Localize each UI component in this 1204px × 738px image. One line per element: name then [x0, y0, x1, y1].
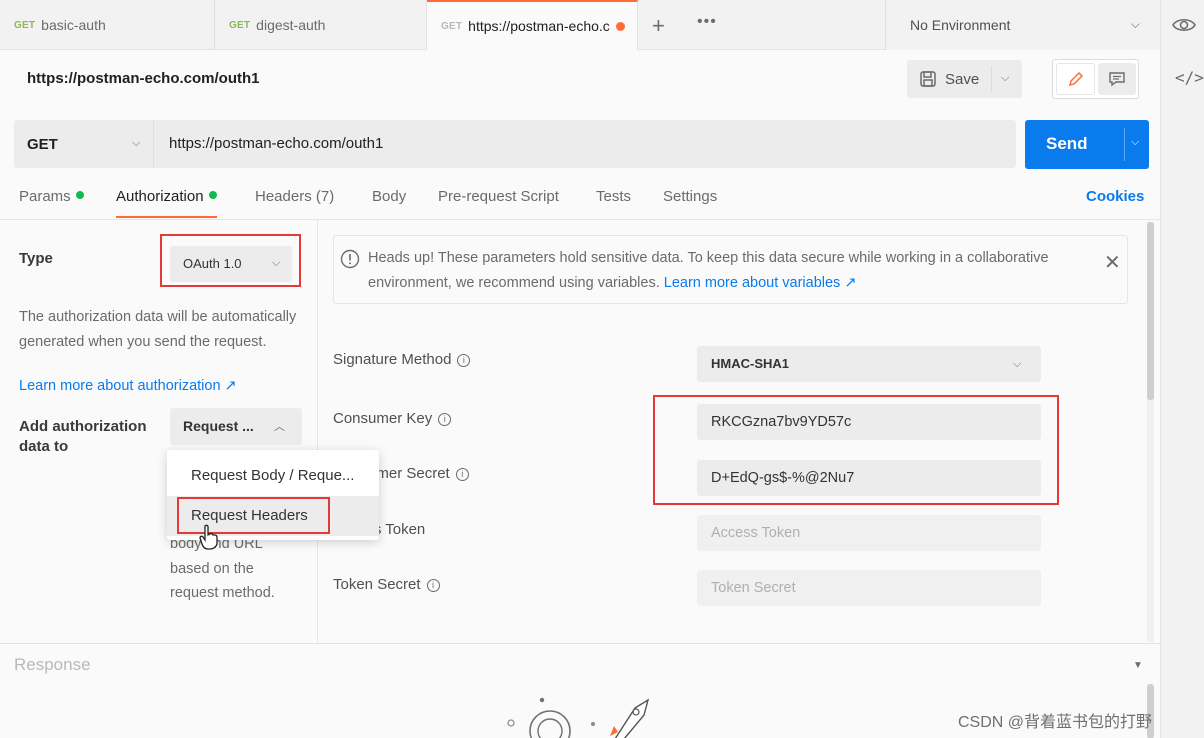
- tab-basic-auth[interactable]: GET basic-auth: [0, 0, 215, 50]
- token-secret-input[interactable]: Token Secret: [697, 570, 1041, 606]
- caret-down-icon[interactable]: ▼: [1133, 660, 1143, 671]
- field-label: Signature Method: [333, 351, 452, 368]
- highlight-box: [160, 234, 301, 287]
- info-icon[interactable]: i: [426, 579, 440, 592]
- tab-digest-auth[interactable]: GET digest-auth: [215, 0, 427, 50]
- astronaut-rocket-illustration: [507, 697, 650, 738]
- chevron-down-icon: ⌵: [132, 137, 141, 149]
- tab-authorization[interactable]: Authorization: [116, 188, 217, 218]
- right-sidebar: </>: [1160, 0, 1204, 738]
- response-title: Response: [14, 655, 91, 674]
- more-tabs-icon[interactable]: •••: [697, 13, 717, 31]
- tab-settings[interactable]: Settings: [663, 188, 717, 218]
- scrollbar-thumb[interactable]: [1147, 222, 1154, 400]
- desc-line: request method.: [170, 585, 275, 601]
- hand-cursor-icon: [199, 524, 218, 550]
- chevron-down-icon[interactable]: ⌵: [1131, 136, 1139, 149]
- send-button[interactable]: Send ⌵: [1025, 120, 1149, 169]
- field-label: Consumer Key: [333, 410, 433, 427]
- new-tab-plus-icon[interactable]: +: [652, 13, 665, 39]
- code-icon[interactable]: </>: [1175, 68, 1204, 87]
- sensitive-data-alert: Heads up! These parameters hold sensitiv…: [333, 235, 1128, 304]
- learn-more-variables-link[interactable]: Learn more about variables ↗: [664, 275, 857, 291]
- type-label: Type: [19, 250, 53, 267]
- status-dot: [75, 191, 84, 199]
- url-input[interactable]: https://postman-echo.com/outh1: [169, 135, 383, 152]
- tab-postman-echo[interactable]: GET https://postman-echo.c: [427, 0, 638, 50]
- auth-description: The authorization data will be automatic…: [19, 309, 297, 350]
- tab-pre-request-script[interactable]: Pre-request Script: [438, 188, 559, 218]
- chevron-down-icon: ⌵: [1013, 358, 1022, 370]
- environment-selector[interactable]: No Environment ⌵: [885, 0, 1160, 50]
- save-icon: [920, 71, 936, 87]
- save-label: Save: [945, 71, 980, 88]
- unsaved-dot: [615, 21, 625, 31]
- add-auth-data-value: Request ...: [183, 418, 254, 434]
- tab-params[interactable]: Params: [19, 188, 84, 218]
- tab-body[interactable]: Body: [372, 188, 406, 218]
- edit-mode-button[interactable]: [1056, 63, 1095, 95]
- mode-toggle: [1052, 59, 1139, 99]
- url-bar: GET ⌵ https://postman-echo.com/outh1: [14, 120, 1016, 168]
- request-title[interactable]: https://postman-echo.com/outh1: [27, 70, 260, 87]
- add-auth-data-select[interactable]: Request ... ︿: [170, 408, 302, 445]
- tab-method: GET: [229, 19, 251, 31]
- status-dot: [208, 191, 217, 199]
- signature-method-select[interactable]: HMAC-SHA1 ⌵: [697, 346, 1041, 382]
- divider: [0, 219, 1160, 220]
- divider: [317, 220, 318, 642]
- comment-mode-button[interactable]: [1098, 63, 1136, 95]
- alert-info-icon: [340, 249, 360, 269]
- tab-method: GET: [14, 19, 36, 31]
- watermark-text: CSDN @背着蓝书包的打野: [958, 714, 1153, 731]
- token-secret-label: Token Secret i: [333, 576, 440, 593]
- comment-icon: [1109, 72, 1125, 87]
- pencil-icon: [1068, 71, 1083, 87]
- divider: [1124, 128, 1125, 161]
- headers-count: (7): [315, 188, 335, 205]
- add-auth-data-label: Add authorization data to: [19, 418, 147, 455]
- tab-strip: GET basic-auth GET digest-auth GET https…: [0, 0, 1160, 50]
- tab-label: digest-auth: [256, 17, 326, 33]
- learn-more-authorization-link[interactable]: Learn more about authorization ↗: [19, 378, 237, 394]
- access-token-input[interactable]: Access Token: [697, 515, 1041, 551]
- method-value: GET: [27, 135, 58, 153]
- chevron-up-icon: ︿: [274, 421, 285, 433]
- eye-icon[interactable]: [1171, 12, 1197, 38]
- field-label: Token Secret: [333, 576, 421, 593]
- highlight-box: [653, 395, 1059, 505]
- environment-label: No Environment: [910, 17, 1011, 33]
- cookies-link[interactable]: Cookies: [1086, 188, 1144, 205]
- tab-authorization-label: Authorization: [116, 188, 204, 205]
- alert-text: Heads up! These parameters hold sensitiv…: [368, 246, 1068, 296]
- info-icon[interactable]: i: [457, 354, 471, 367]
- info-icon[interactable]: i: [455, 468, 469, 481]
- scrollbar[interactable]: [1147, 222, 1154, 642]
- tab-label: https://postman-echo.c: [468, 18, 610, 34]
- signature-method-value: HMAC-SHA1: [711, 356, 789, 371]
- save-button[interactable]: Save ⌵: [907, 60, 1022, 98]
- tab-headers-label: Headers: [255, 188, 312, 205]
- consumer-key-label: Consumer Key i: [333, 410, 452, 427]
- tab-method: GET: [441, 20, 463, 32]
- method-select[interactable]: GET ⌵: [14, 120, 154, 168]
- divider: [991, 66, 992, 92]
- tab-label: basic-auth: [41, 17, 106, 33]
- chevron-down-icon[interactable]: ⌵: [1001, 72, 1009, 85]
- info-icon[interactable]: i: [438, 413, 452, 426]
- chevron-down-icon: ⌵: [1130, 17, 1140, 31]
- desc-line: based on the: [170, 560, 254, 577]
- close-icon[interactable]: ✕: [1104, 250, 1121, 275]
- add-auth-description: body and URL based on the request method…: [170, 532, 310, 606]
- signature-method-label: Signature Method i: [333, 351, 471, 368]
- send-label: Send: [1046, 134, 1088, 153]
- tab-params-label: Params: [19, 188, 71, 205]
- tab-tests[interactable]: Tests: [596, 188, 631, 218]
- menu-item-request-body[interactable]: Request Body / Reque...: [167, 456, 379, 496]
- tab-headers[interactable]: Headers (7): [255, 188, 334, 218]
